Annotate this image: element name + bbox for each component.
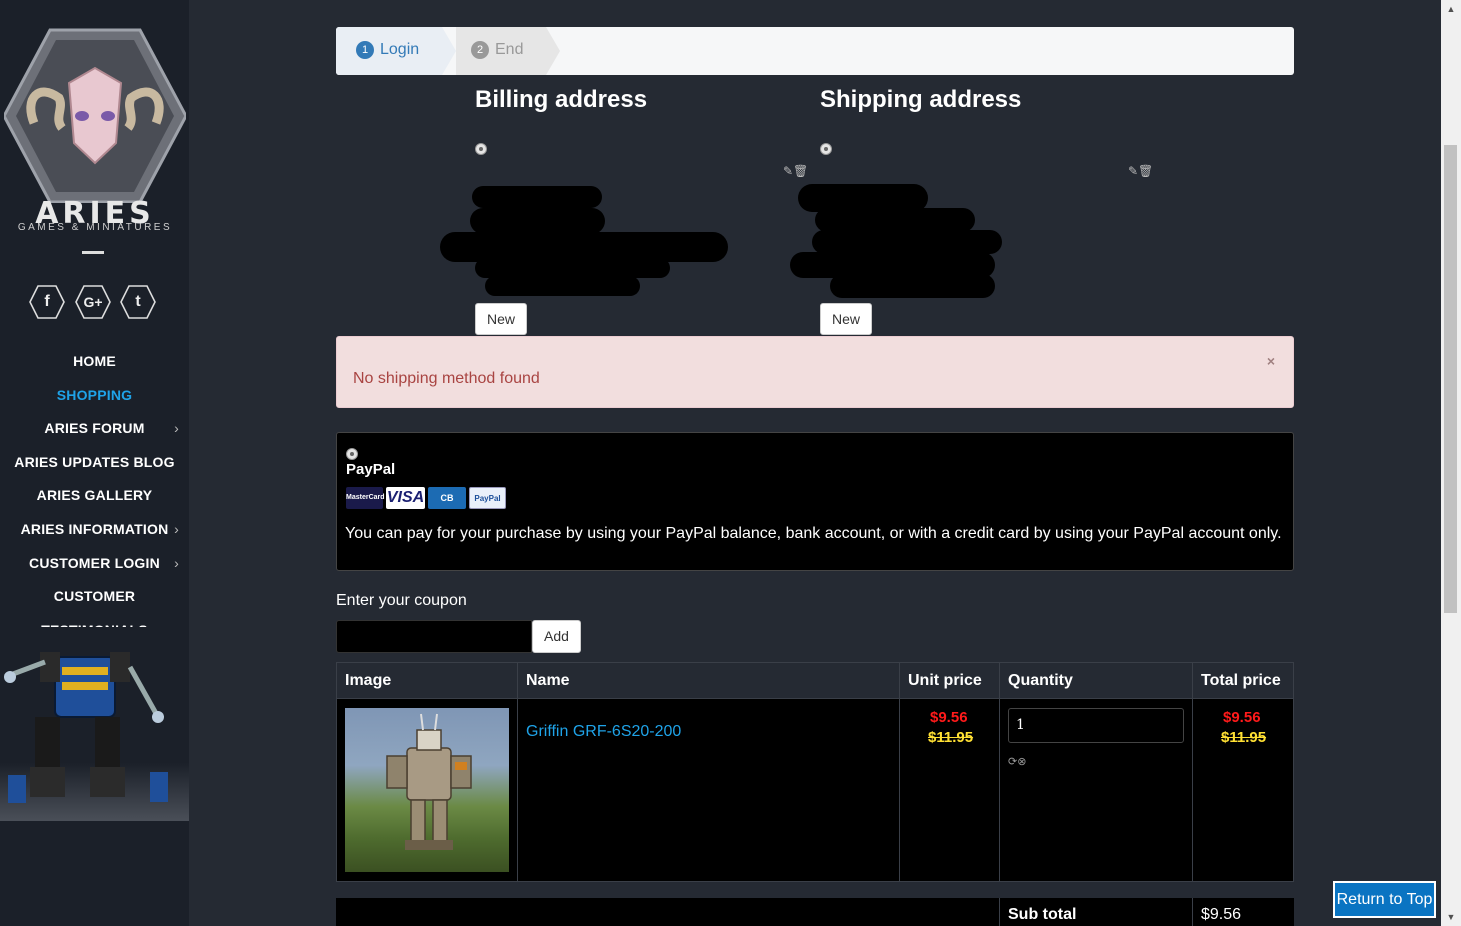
redacted-address (485, 276, 640, 296)
tumblr-icon[interactable]: t (120, 285, 156, 319)
coupon-label: Enter your coupon (336, 592, 467, 609)
cart-header: Image Name Unit price Quantity Total pri… (336, 662, 1294, 699)
main-nav: HOME SHOPPING ARIES FORUM › ARIES UPDATES… (0, 345, 189, 638)
step-arrow (546, 27, 560, 75)
subtotal-value: $9.56 (1201, 906, 1242, 923)
cb-icon: CB (428, 487, 466, 509)
cart-table: Image Name Unit price Quantity Total pri… (336, 662, 1294, 926)
chevron-right-icon[interactable]: › (174, 513, 179, 547)
nav-item-shopping[interactable]: SHOPPING (0, 379, 189, 413)
shipping-edit-delete-icons[interactable]: ✎🗑 (1128, 164, 1153, 178)
divider (82, 251, 104, 254)
step-arrow (442, 27, 456, 75)
shipping-alert: No shipping method found × (336, 336, 1294, 408)
checkout-steps: 1 Login 2 End (336, 27, 1294, 75)
redacted-address (830, 274, 995, 298)
visa-icon: VISA (386, 487, 425, 509)
redacted-address (812, 230, 1002, 254)
sidebar: ARIES GAMES & MINIATURES f G+ t HOME SHO… (0, 0, 189, 926)
google-plus-icon[interactable]: G+ (75, 285, 111, 319)
step-login[interactable]: 1 Login (336, 27, 442, 75)
mastercard-icon: MasterCard (346, 487, 385, 509)
header-quantity: Quantity (1008, 672, 1073, 689)
close-icon[interactable]: × (1267, 353, 1275, 369)
payment-name: PayPal (346, 461, 396, 478)
coupon-input[interactable] (336, 620, 532, 653)
divider (1293, 662, 1294, 881)
ram-skull-emblem (4, 28, 186, 203)
unit-price-old: $11.95 (928, 729, 974, 746)
divider (517, 662, 518, 881)
update-remove-icons[interactable]: ⟳⊗ (1008, 755, 1026, 768)
header-unit-price: Unit price (908, 672, 982, 689)
payment-description: You can pay for your purchase by using y… (345, 525, 1282, 542)
scroll-up-arrow-icon[interactable]: ▲ (1441, 0, 1461, 18)
product-image[interactable] (345, 708, 509, 872)
divider (999, 662, 1000, 881)
redacted-address (472, 186, 602, 208)
divider (1192, 662, 1193, 881)
product-name-link[interactable]: Griffin GRF-6S20-200 (526, 723, 681, 741)
nav-item-customer-login[interactable]: CUSTOMER LOGIN › (0, 547, 189, 581)
header-name: Name (526, 672, 570, 689)
header-total-price: Total price (1201, 672, 1281, 689)
total-price: $9.56 (1223, 709, 1261, 726)
chevron-right-icon[interactable]: › (174, 412, 179, 446)
table-separator (336, 881, 1294, 898)
redacted-address (470, 208, 605, 234)
header-image: Image (345, 672, 392, 689)
billing-address-radio[interactable] (475, 143, 487, 155)
return-to-top-button[interactable]: Return to Top (1333, 881, 1436, 918)
shipping-title: Shipping address (820, 86, 1022, 113)
chevron-right-icon[interactable]: › (174, 547, 179, 581)
unit-price: $9.56 (930, 709, 968, 726)
facebook-icon[interactable]: f (29, 285, 65, 319)
scroll-thumb[interactable] (1444, 145, 1457, 613)
scroll-down-arrow-icon[interactable]: ▼ (1441, 908, 1461, 926)
scrollbar[interactable]: ▲ ▼ (1441, 0, 1461, 926)
billing-new-button[interactable]: New (475, 303, 527, 335)
total-price-old: $11.95 (1221, 729, 1267, 746)
paypal-radio[interactable] (346, 448, 358, 460)
paypal-icon: PayPal (469, 487, 506, 509)
nav-item-home[interactable]: HOME (0, 345, 189, 379)
nav-item-aries-updates-blog[interactable]: ARIES UPDATES BLOG (0, 446, 189, 480)
subtotal-label: Sub total (1008, 906, 1077, 923)
mech-illustration (0, 627, 189, 821)
divider (899, 662, 900, 881)
redacted-address (475, 258, 670, 278)
logo-subtitle: GAMES & MINIATURES (17, 222, 173, 233)
nav-item-customer-testimonials[interactable]: CUSTOMER TESTIMONIALS (0, 580, 189, 638)
divider (999, 898, 1000, 926)
shipping-address-radio[interactable] (820, 143, 832, 155)
payment-method-paypal: PayPal MasterCard VISA CB PayPal You can… (336, 432, 1294, 571)
divider (336, 662, 337, 881)
billing-title: Billing address (475, 86, 648, 113)
coupon-add-button[interactable]: Add (532, 620, 581, 653)
shipping-new-button[interactable]: New (820, 303, 872, 335)
quantity-input[interactable]: 1 (1008, 708, 1184, 743)
step-end[interactable]: 2 End (456, 27, 546, 75)
aries-logo[interactable]: ARIES GAMES & MINIATURES (4, 28, 186, 238)
alert-message: No shipping method found (353, 370, 540, 387)
redacted-address (815, 208, 975, 232)
nav-item-aries-information[interactable]: ARIES INFORMATION › (0, 513, 189, 547)
divider (1192, 898, 1193, 926)
nav-item-aries-forum[interactable]: ARIES FORUM › (0, 412, 189, 446)
billing-edit-delete-icons[interactable]: ✎🗑 (783, 164, 808, 178)
nav-item-aries-gallery[interactable]: ARIES GALLERY (0, 479, 189, 513)
